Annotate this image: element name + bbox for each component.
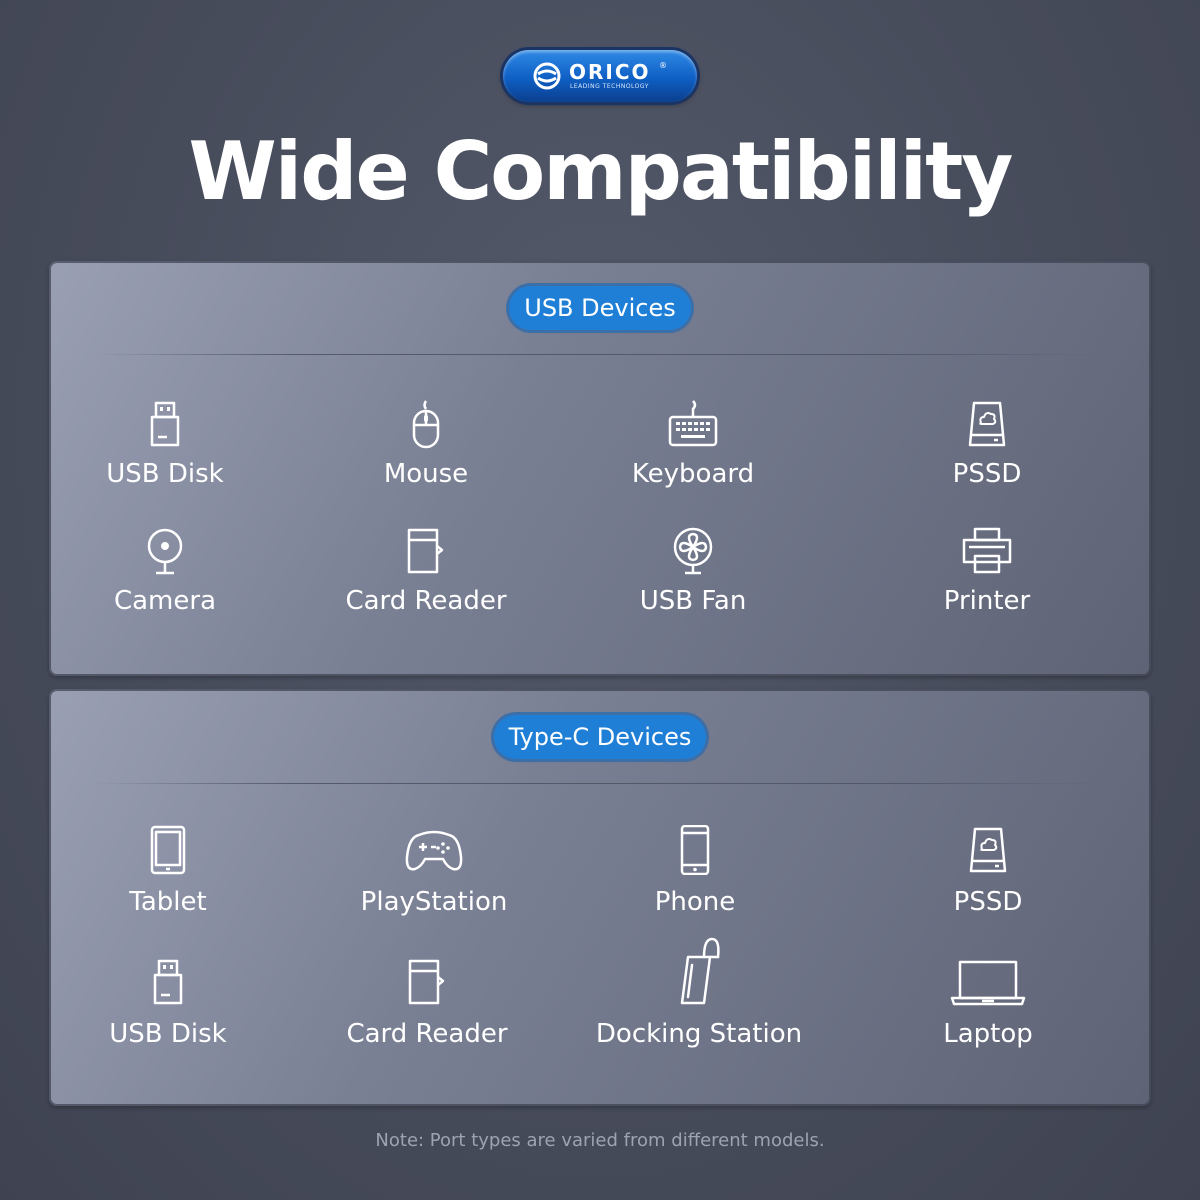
device-label: PSSD [953,887,1023,917]
device-label: Mouse [383,459,469,489]
brand-logo: ORICO ® LEADING TECHNOLOGY [503,50,697,102]
device-label: USB Disk [109,1019,227,1049]
device-tablet: Tablet [48,825,288,925]
tablet-icon [150,825,186,875]
device-label: USB Fan [639,586,747,616]
device-label: USB Disk [106,459,224,489]
card-reader-icon [407,528,444,574]
device-playstation: PlayStation [314,825,554,925]
gamepad-icon [405,830,463,871]
docking-station-icon [680,937,720,1005]
mouse-icon [412,400,440,449]
card-reader-icon [408,959,445,1005]
pssd-icon [968,401,1006,447]
typec-devices-panel: Type-C Devices Tablet PlayStation Phone … [49,689,1151,1106]
device-camera: Camera [45,526,285,626]
device-label: Card Reader [345,586,507,616]
device-docking-station: Docking Station [579,937,819,1057]
phone-icon [680,825,710,875]
brand-name: ORICO [569,60,651,84]
usb-fan-icon [673,527,713,575]
device-laptop: Laptop [868,957,1108,1057]
device-usb-disk: USB Disk [48,957,288,1057]
footnote: Note: Port types are varied from differe… [375,1130,825,1151]
usb-devices-heading: USB Devices [509,286,691,330]
device-phone: Phone [575,825,815,925]
device-card-reader: Card Reader [306,526,546,626]
usb-disk-icon [150,401,180,447]
device-label: PlayStation [360,887,508,917]
section-divider [94,354,1104,355]
device-label: Phone [654,887,736,917]
pssd-icon [969,827,1007,873]
device-pssd: PSSD [867,399,1107,499]
device-label: Tablet [129,887,207,917]
usb-devices-panel: USB Devices USB Disk Mouse Keyboard PSSD… [49,261,1151,676]
orico-swirl-logo-icon [533,62,561,90]
device-keyboard: Keyboard [573,399,813,499]
laptop-icon [950,960,1026,1006]
device-pssd: PSSD [868,825,1108,925]
brand-registered-mark: ® [659,61,667,70]
typec-devices-heading: Type-C Devices [494,715,706,759]
device-label: PSSD [952,459,1022,489]
device-usb-disk: USB Disk [45,399,285,499]
page-title: Wide Compatibility [188,125,1014,218]
device-label: Card Reader [346,1019,508,1049]
device-usb-fan: USB Fan [573,526,813,626]
device-label: Laptop [943,1019,1033,1049]
section-divider [94,783,1104,784]
device-label: Docking Station [595,1019,803,1049]
device-card-reader: Card Reader [307,957,547,1057]
device-label: Keyboard [631,459,755,489]
camera-icon [147,528,183,575]
keyboard-icon [668,400,718,447]
device-label: Printer [943,586,1031,616]
device-label: Camera [113,586,217,616]
printer-icon [962,527,1012,574]
usb-disk-icon [153,959,183,1005]
device-printer: Printer [867,526,1107,626]
device-mouse: Mouse [306,399,546,499]
brand-tagline: LEADING TECHNOLOGY [570,83,649,90]
